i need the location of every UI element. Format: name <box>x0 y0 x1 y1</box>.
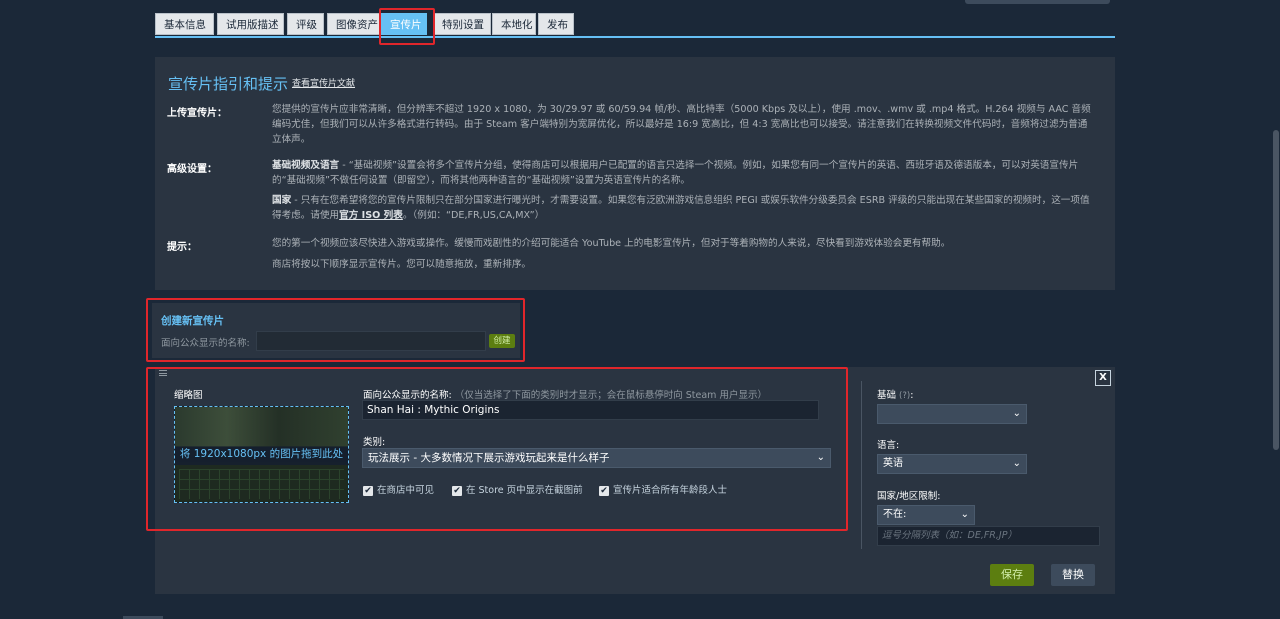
chevron-down-icon: ⌄ <box>816 452 825 463</box>
order-text: 商店将按以下顺序显示宣传片。您可以随意拖放，重新排序。 <box>272 259 532 270</box>
create-button[interactable]: 创建 <box>489 334 515 348</box>
thumbnail-drop-text: 将 1920x1080px 的图片拖到此处 <box>175 446 348 462</box>
create-trailer-title: 创建新宣传片 <box>161 315 224 327</box>
create-name-input[interactable] <box>256 331 486 351</box>
iso-list-link[interactable]: 官方 ISO 列表 <box>339 210 403 221</box>
guide-title: 宣传片指引和提示 <box>168 75 289 93</box>
base-video-label: 基础 (?): <box>877 387 913 401</box>
public-name-label: 面向公众显示的名称: （仅当选择了下面的类别时才显示；会在鼠标悬停时向 Stea… <box>363 387 767 401</box>
tips-text: 您的第一个视频应该尽快进入游戏或操作。缓慢而戏剧性的介绍可能适合 YouTube… <box>272 238 951 249</box>
close-button[interactable]: X <box>1095 370 1111 386</box>
thumbnail-grid-pattern <box>179 469 344 499</box>
checkbox-label: 在商店中可见 <box>377 485 435 496</box>
base-video-label-text: 基础 <box>877 390 897 401</box>
upload-text: 您提供的宣传片应非常清晰，但分辨率不超过 1920 x 1080，为 30/29… <box>272 104 1091 145</box>
replace-button[interactable]: 替换 <box>1051 564 1095 586</box>
base-video-desc: - “基础视频”设置会将多个宣传片分组，使得商店可以根据用户已配置的语言只选择一… <box>272 160 1079 186</box>
save-button[interactable]: 保存 <box>990 564 1034 586</box>
tab-ratings[interactable]: 评级 <box>287 13 324 35</box>
drag-handle-icon[interactable] <box>159 370 167 376</box>
country-heading: 国家 <box>272 195 292 206</box>
thumbnail-dropzone[interactable]: 将 1920x1080px 的图片拖到此处 <box>174 406 349 503</box>
tips-label: 提示： <box>167 242 197 253</box>
tab-trailers[interactable]: 宣传片 <box>381 13 427 35</box>
help-icon[interactable]: (?) <box>899 391 910 401</box>
scrollbar-thumb[interactable] <box>1273 130 1279 450</box>
checkmark-icon: ✔ <box>452 485 462 496</box>
base-video-label-colon: : <box>910 390 914 401</box>
category-select[interactable]: 玩法展示 - 大多数情况下展示游戏玩起来是什么样子 ⌄ <box>362 448 831 468</box>
tab-localization[interactable]: 本地化 <box>492 13 536 35</box>
checkmark-icon: ✔ <box>363 485 373 496</box>
region-value: 不在: <box>883 509 907 520</box>
advanced-base-video-text: 基础视频及语言 - “基础视频”设置会将多个宣传片分组，使得商店可以根据用户已配… <box>272 158 1092 188</box>
advanced-label: 高级设置： <box>167 164 217 175</box>
top-scroll-stub <box>965 0 1110 4</box>
language-select[interactable]: 英语 ⌄ <box>877 454 1027 474</box>
upload-label: 上传宣传片： <box>167 108 227 119</box>
language-label: 语言: <box>877 440 900 451</box>
tab-special-settings[interactable]: 特别设置 <box>433 13 491 35</box>
checkbox-visible-in-store[interactable]: ✔ 在商店中可见 <box>363 482 434 496</box>
trailer-editor: X 缩略图 将 1920x1080px 的图片拖到此处 面向公众显示的名称: （… <box>155 367 1115 594</box>
public-name-input[interactable]: Shan Hai : Mythic Origins <box>362 400 819 420</box>
create-name-label: 面向公众显示的名称: <box>161 338 250 349</box>
chevron-down-icon: ⌄ <box>960 509 969 520</box>
vertical-divider <box>861 381 862 549</box>
trailer-guide-panel: 宣传片指引和提示 查看宣传片文献 上传宣传片： 您提供的宣传片应非常清晰，但分辨… <box>155 57 1115 290</box>
tab-underline <box>155 36 1115 38</box>
tab-demo-description[interactable]: 试用版描述 <box>217 13 284 35</box>
checkbox-all-ages[interactable]: ✔ 宣传片适合所有年龄段人士 <box>599 482 727 496</box>
country-example: 。（例如：“DE,FR,US,CA,MX”） <box>402 210 545 221</box>
checkmark-icon: ✔ <box>599 485 609 496</box>
tab-graphical-assets[interactable]: 图像资产 <box>327 13 387 35</box>
region-label: 国家/地区限制: <box>877 491 941 502</box>
create-trailer-panel: 创建新宣传片 面向公众显示的名称: 创建 <box>152 303 520 358</box>
thumbnail-image <box>175 407 348 447</box>
page-scrollbar[interactable] <box>1272 0 1280 619</box>
category-value: 玩法展示 - 大多数情况下展示游戏玩起来是什么样子 <box>368 452 610 464</box>
region-select[interactable]: 不在: ⌄ <box>877 505 975 525</box>
checkbox-label: 在 Store 页中显示在截图前 <box>466 485 583 496</box>
region-list-input[interactable]: 逗号分隔列表（如：DE,FR,JP） <box>877 526 1100 546</box>
base-video-heading: 基础视频及语言 <box>272 160 340 171</box>
language-value: 英语 <box>883 458 903 469</box>
base-video-select[interactable]: ⌄ <box>877 404 1027 424</box>
category-label: 类别: <box>363 437 386 448</box>
chevron-down-icon: ⌄ <box>1012 458 1021 469</box>
tab-basic-info[interactable]: 基本信息 <box>155 13 214 35</box>
advanced-country-text: 国家 - 只有在您希望将您的宣传片限制只在部分国家进行曝光时，才需要设置。如果您… <box>272 193 1092 223</box>
checkbox-show-before-screenshots[interactable]: ✔ 在 Store 页中显示在截图前 <box>452 482 583 496</box>
trailer-docs-link[interactable]: 查看宣传片文献 <box>292 76 355 89</box>
thumbnail-label: 缩略图 <box>174 390 203 401</box>
checkbox-label: 宣传片适合所有年龄段人士 <box>613 485 728 496</box>
tab-publish[interactable]: 发布 <box>538 13 574 35</box>
chevron-down-icon: ⌄ <box>1012 408 1021 419</box>
